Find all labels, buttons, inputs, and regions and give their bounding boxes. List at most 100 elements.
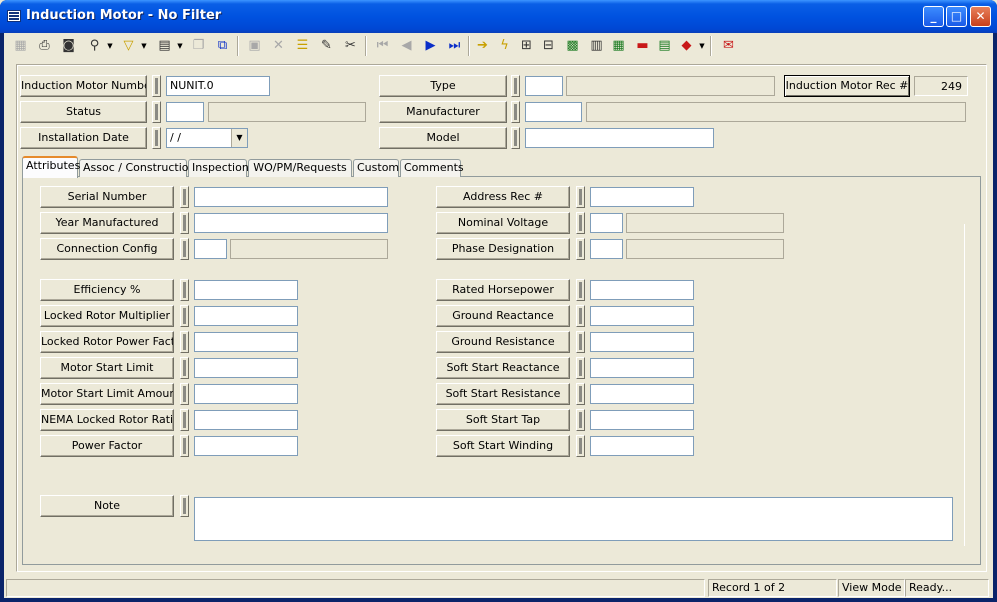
binoculars-dropdown[interactable]: ▼ [106, 35, 114, 57]
pencil-icon[interactable]: ✎ [316, 35, 337, 57]
status-bar: Record 1 of 2 View Mode Ready... [4, 578, 993, 598]
address-rec-field[interactable] [590, 187, 694, 207]
motor-start-limit-field[interactable] [194, 358, 298, 378]
status-button[interactable]: Status [20, 101, 147, 123]
connection-config-button[interactable]: Connection Config [40, 238, 174, 260]
model-field[interactable] [525, 128, 714, 148]
tab-custom[interactable]: Custom [353, 159, 399, 177]
copy-icon[interactable]: ❐ [188, 35, 209, 57]
tab-wo-pm-requests[interactable]: WO/PM/Requests [248, 159, 352, 177]
nema-locked-rotor-ratio-field[interactable] [194, 410, 298, 430]
nominal-voltage-field[interactable] [590, 213, 623, 233]
chart-icon[interactable]: ▩ [562, 35, 583, 57]
address-rec-button[interactable]: Address Rec # [436, 186, 570, 208]
stack-icon[interactable]: ☰ [292, 35, 313, 57]
phase-designation-field[interactable] [590, 239, 623, 259]
installation-date-picker[interactable]: / / ▼ [166, 128, 248, 148]
title-bar[interactable]: Induction Motor - No Filter _ □ ✕ [0, 0, 997, 33]
nominal-voltage-button[interactable]: Nominal Voltage [436, 212, 570, 234]
note-button[interactable]: Note [40, 495, 174, 517]
nema-locked-rotor-ratio-button[interactable]: NEMA Locked Rotor Ratio [40, 409, 174, 431]
motor-start-limit-amount-button[interactable]: Motor Start Limit Amount [40, 383, 174, 405]
soft-start-reactance-button[interactable]: Soft Start Reactance [436, 357, 570, 379]
last-record-icon[interactable]: ⏭ [444, 35, 465, 57]
tab-assoc-construction[interactable]: Assoc / Construction [79, 159, 196, 177]
soft-start-resistance-button[interactable]: Soft Start Resistance [436, 383, 570, 405]
locked-rotor-power-factor-button[interactable]: Locked Rotor Power Factor [40, 331, 174, 353]
manufacturer-button[interactable]: Manufacturer [379, 101, 507, 123]
soft-start-resistance-field[interactable] [590, 384, 694, 404]
previous-record-icon[interactable]: ◀ [396, 35, 417, 57]
book-icon[interactable]: ◆ [676, 35, 697, 57]
tab-inspection[interactable]: Inspection [188, 159, 249, 177]
filter-icon[interactable]: ▽ [118, 35, 139, 57]
close-button[interactable]: ✕ [970, 6, 991, 27]
tab-attributes[interactable]: Attributes [22, 156, 80, 178]
tree-icon[interactable]: ⊞ [516, 35, 537, 57]
calculator-icon[interactable]: ▥ [586, 35, 607, 57]
lightning-icon[interactable]: ϟ [494, 35, 515, 57]
soft-start-tap-button[interactable]: Soft Start Tap [436, 409, 570, 431]
motor-start-limit-button[interactable]: Motor Start Limit [40, 357, 174, 379]
model-button[interactable]: Model [379, 127, 507, 149]
soft-start-reactance-field[interactable] [590, 358, 694, 378]
report-icon[interactable]: ▤ [154, 35, 175, 57]
locked-rotor-multiplier-button[interactable]: Locked Rotor Multiplier [40, 305, 174, 327]
soft-start-winding-button[interactable]: Soft Start Winding [436, 435, 570, 457]
rated-horsepower-button[interactable]: Rated Horsepower [436, 279, 570, 301]
power-factor-field[interactable] [194, 436, 298, 456]
minimize-button[interactable]: _ [923, 6, 944, 27]
mail-icon[interactable]: ✉ [718, 35, 739, 57]
maximize-button[interactable]: □ [946, 6, 967, 27]
cut-icon[interactable]: ✂ [340, 35, 361, 57]
truck-icon[interactable]: ▬ [632, 35, 653, 57]
phase-designation-button[interactable]: Phase Designation [436, 238, 570, 260]
ground-resistance-field[interactable] [590, 332, 694, 352]
locked-rotor-multiplier-field[interactable] [194, 306, 298, 326]
connection-config-field[interactable] [194, 239, 227, 259]
save-icon[interactable]: ▣ [244, 35, 265, 57]
induction-motor-rec-button[interactable]: Induction Motor Rec # [784, 75, 910, 97]
soft-start-tap-field[interactable] [590, 410, 694, 430]
manufacturer-field[interactable] [525, 102, 582, 122]
year-manufactured-button[interactable]: Year Manufactured [40, 212, 174, 234]
serial-number-button[interactable]: Serial Number [40, 186, 174, 208]
type-button[interactable]: Type [379, 75, 507, 97]
preview-icon[interactable]: ◙ [58, 35, 79, 57]
hierarchy-icon[interactable]: ⊟ [538, 35, 559, 57]
field-marker [576, 409, 585, 431]
note-textarea[interactable] [194, 497, 953, 541]
ground-resistance-button[interactable]: Ground Resistance [436, 331, 570, 353]
efficiency-button[interactable]: Efficiency % [40, 279, 174, 301]
duplicate-icon[interactable]: ⧉ [212, 35, 233, 57]
efficiency-field[interactable] [194, 280, 298, 300]
induction-motor-number-button[interactable]: Induction Motor Number [20, 75, 147, 97]
filter-dropdown[interactable]: ▼ [140, 35, 148, 57]
print-icon[interactable]: ⎙ [34, 35, 55, 57]
map-icon[interactable]: ▦ [608, 35, 629, 57]
arrow-right-icon[interactable]: ➔ [472, 35, 493, 57]
rated-horsepower-field[interactable] [590, 280, 694, 300]
book-dropdown[interactable]: ▼ [698, 35, 706, 57]
spreadsheet-icon[interactable]: ▤ [654, 35, 675, 57]
ground-reactance-button[interactable]: Ground Reactance [436, 305, 570, 327]
motor-start-limit-amount-field[interactable] [194, 384, 298, 404]
serial-number-field[interactable] [194, 187, 388, 207]
ground-reactance-field[interactable] [590, 306, 694, 326]
status-field[interactable] [166, 102, 204, 122]
tab-comments[interactable]: Comments [400, 159, 464, 177]
power-factor-button[interactable]: Power Factor [40, 435, 174, 457]
report-dropdown[interactable]: ▼ [176, 35, 184, 57]
installation-date-button[interactable]: Installation Date [20, 127, 147, 149]
first-record-icon[interactable]: ⏮ [372, 35, 393, 57]
delete-icon[interactable]: ✕ [268, 35, 289, 57]
next-record-icon[interactable]: ▶ [420, 35, 441, 57]
locked-rotor-power-factor-field[interactable] [194, 332, 298, 352]
chevron-down-icon[interactable]: ▼ [231, 129, 247, 147]
induction-motor-number-field[interactable]: NUNIT.0 [166, 76, 270, 96]
type-field[interactable] [525, 76, 563, 96]
year-manufactured-field[interactable] [194, 213, 388, 233]
new-icon[interactable]: ▦ [10, 35, 31, 57]
soft-start-winding-field[interactable] [590, 436, 694, 456]
binoculars-icon[interactable]: ⚲ [84, 35, 105, 57]
